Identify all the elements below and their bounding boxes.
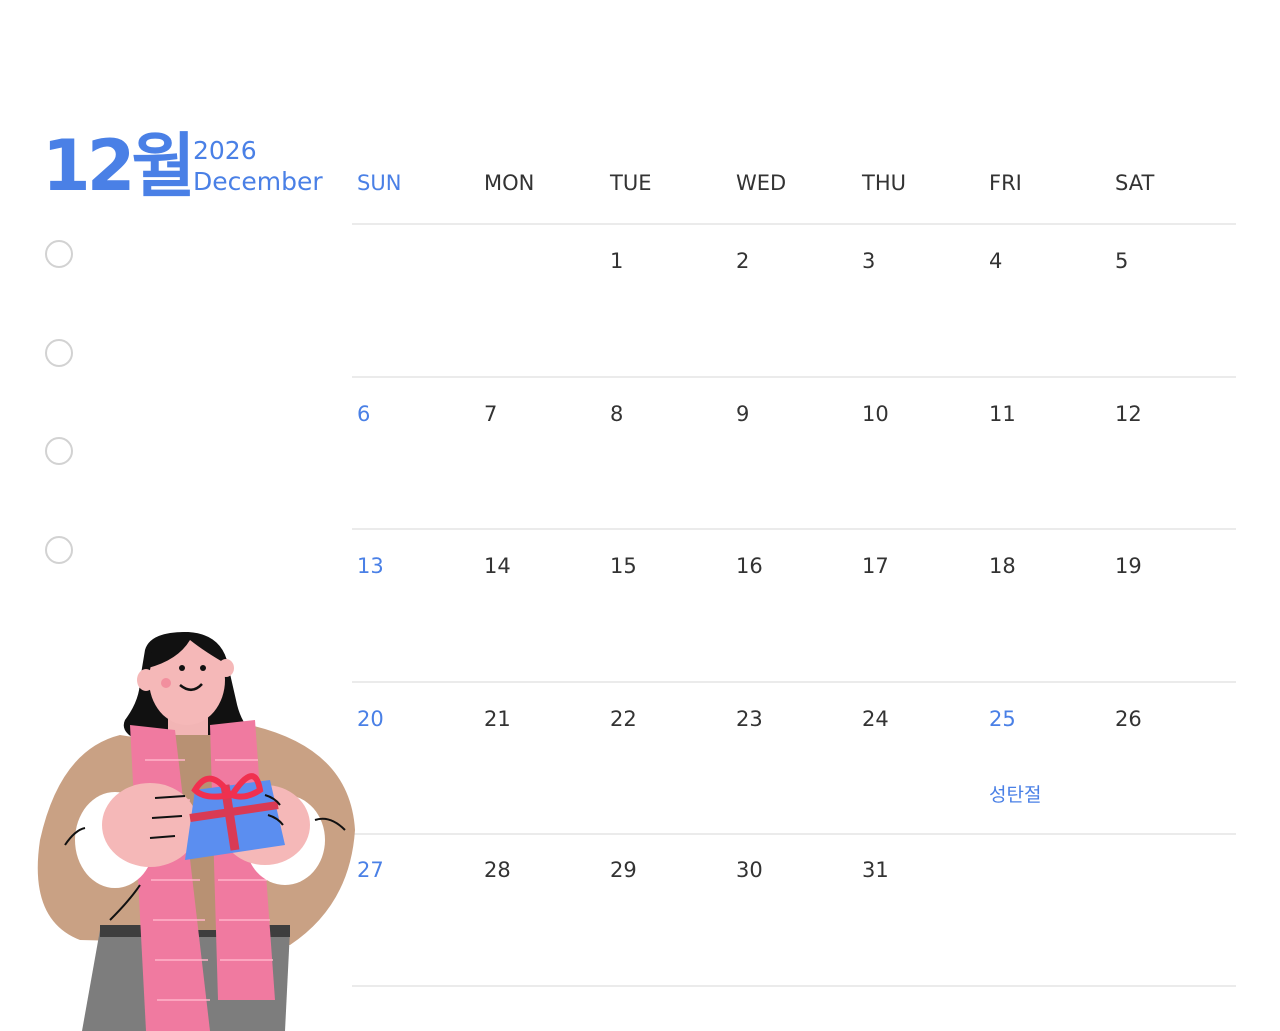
day-cell-1[interactable]: 1 — [610, 247, 623, 275]
month-name: December — [193, 167, 323, 196]
day-cell-23[interactable]: 23 — [736, 705, 763, 733]
weekday-wed: WED — [736, 171, 787, 195]
weekday-sat: SAT — [1115, 171, 1155, 195]
day-cell-17[interactable]: 17 — [862, 552, 889, 580]
row-divider — [352, 528, 1236, 530]
day-cell-26[interactable]: 26 — [1115, 705, 1142, 733]
day-cell-8[interactable]: 8 — [610, 400, 623, 428]
row-divider — [352, 985, 1236, 987]
day-cell-5[interactable]: 5 — [1115, 247, 1128, 275]
checklist-circle[interactable] — [45, 339, 73, 367]
checklist-circle[interactable] — [45, 437, 73, 465]
day-cell-14[interactable]: 14 — [484, 552, 511, 580]
day-cell-25[interactable]: 25 — [989, 705, 1016, 733]
day-cell-12[interactable]: 12 — [1115, 400, 1142, 428]
weekday-tue: TUE — [610, 171, 652, 195]
day-cell-9[interactable]: 9 — [736, 400, 749, 428]
weekday-header: SUN MON TUE WED THU FRI SAT — [352, 168, 1236, 200]
day-cell-28[interactable]: 28 — [484, 856, 511, 884]
weekday-mon: MON — [484, 171, 535, 195]
day-cell-6[interactable]: 6 — [357, 400, 370, 428]
row-divider — [352, 223, 1236, 225]
weekday-sun: SUN — [357, 171, 402, 195]
day-cell-13[interactable]: 13 — [357, 552, 384, 580]
day-cell-31[interactable]: 31 — [862, 856, 889, 884]
day-cell-16[interactable]: 16 — [736, 552, 763, 580]
day-cell-7[interactable]: 7 — [484, 400, 497, 428]
day-cell-21[interactable]: 21 — [484, 705, 511, 733]
row-divider — [352, 833, 1236, 835]
day-cell-29[interactable]: 29 — [610, 856, 637, 884]
year-label: 2026 — [193, 136, 257, 165]
woman-holding-gift-illustration — [37, 632, 355, 1031]
row-divider — [352, 376, 1236, 378]
day-cell-2[interactable]: 2 — [736, 247, 749, 275]
day-cell-4[interactable]: 4 — [989, 247, 1002, 275]
day-cell-3[interactable]: 3 — [862, 247, 875, 275]
day-cell-15[interactable]: 15 — [610, 552, 637, 580]
holiday-label: 성탄절 — [989, 784, 1042, 806]
day-cell-22[interactable]: 22 — [610, 705, 637, 733]
row-divider — [352, 681, 1236, 683]
weekday-thu: THU — [862, 171, 906, 195]
day-cell-10[interactable]: 10 — [862, 400, 889, 428]
weekday-fri: FRI — [989, 171, 1022, 195]
month-number: 12월 — [42, 125, 196, 207]
day-cell-18[interactable]: 18 — [989, 552, 1016, 580]
day-cell-30[interactable]: 30 — [736, 856, 763, 884]
day-cell-19[interactable]: 19 — [1115, 552, 1142, 580]
day-cell-24[interactable]: 24 — [862, 705, 889, 733]
checklist-circle[interactable] — [45, 536, 73, 564]
checklist-circle[interactable] — [45, 240, 73, 268]
day-cell-11[interactable]: 11 — [989, 400, 1016, 428]
